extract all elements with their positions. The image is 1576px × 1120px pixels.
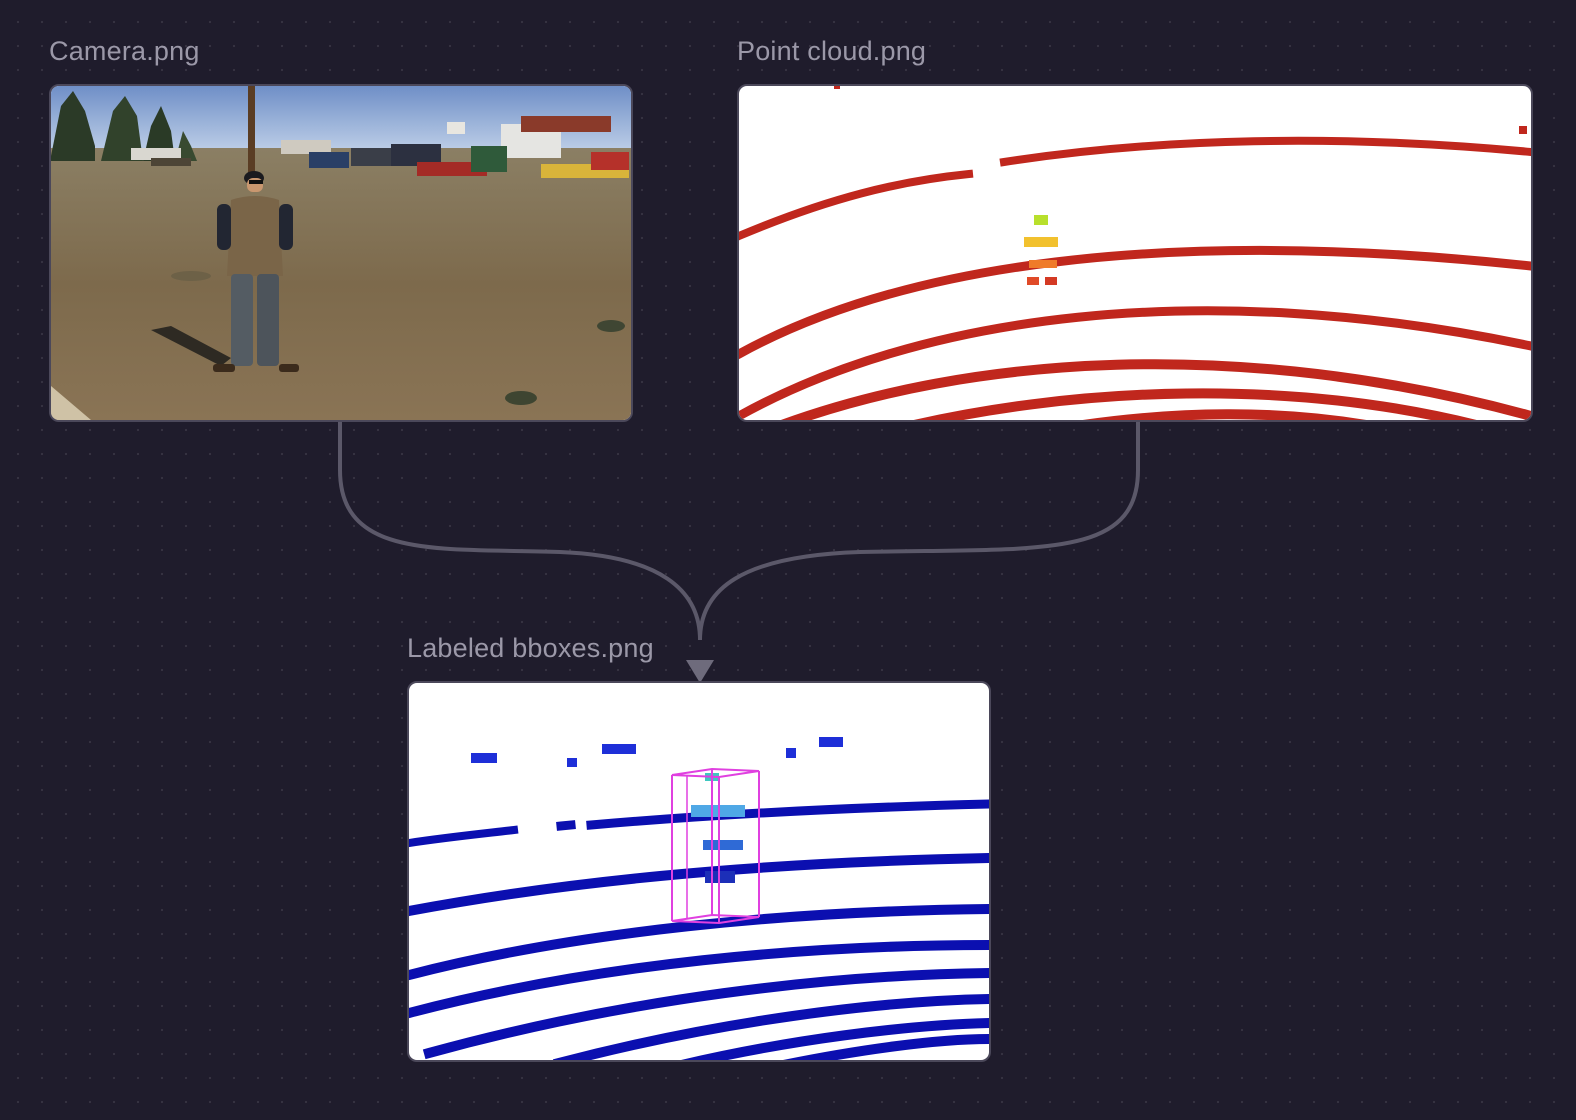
labeled-bboxes-node-title: Labeled bboxes.png [407,633,654,663]
arrow-down-icon [686,660,714,683]
camera-image-node[interactable] [49,84,633,422]
point-cloud-node-title: Point cloud.png [737,36,927,66]
camera-image [51,86,631,420]
labeled-bboxes-image [409,737,989,1060]
point-cloud-image-node[interactable] [737,84,1533,422]
connector-camera-to-labeled [338,422,702,641]
labeled-bboxes-image-node[interactable] [407,681,991,1062]
connector-pointcloud-to-labeled [698,422,1140,641]
point-cloud-image [739,86,1531,420]
camera-node-title: Camera.png [49,36,200,66]
